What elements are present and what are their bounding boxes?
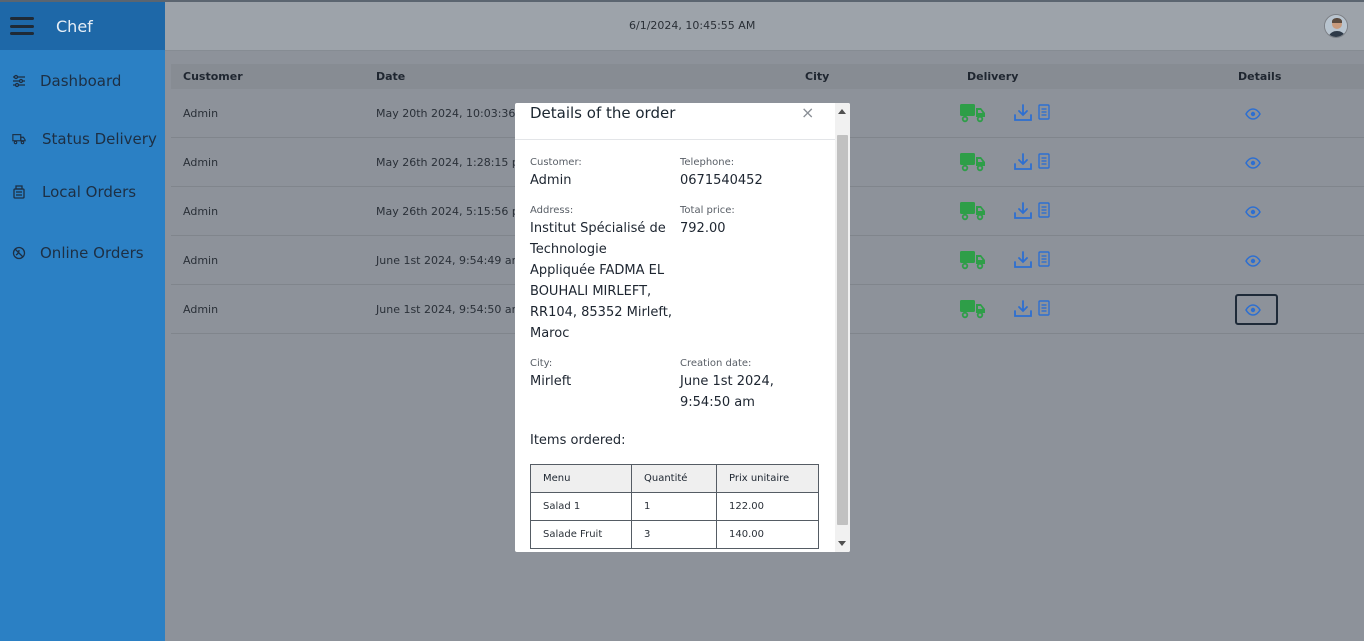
items-table-header: Menu Quantité Prix unitaire bbox=[530, 464, 819, 493]
delivery-truck-icon[interactable] bbox=[960, 250, 986, 273]
customer-label: Customer: bbox=[530, 157, 582, 168]
sidebar-item-label: Local Orders bbox=[42, 183, 137, 201]
column-header-city: City bbox=[805, 70, 830, 83]
total-price-label: Total price: bbox=[680, 205, 735, 216]
sidebar-header: Chef bbox=[0, 0, 165, 50]
view-details-eye-icon[interactable] bbox=[1245, 157, 1261, 172]
download-icon[interactable] bbox=[1014, 153, 1032, 174]
invoice-icon[interactable] bbox=[1038, 104, 1050, 123]
cell-date: June 1st 2024, 9:54:49 am bbox=[376, 254, 523, 267]
address-line: Institut Spécialisé de bbox=[530, 221, 666, 236]
sidebar-item-label: Dashboard bbox=[40, 72, 122, 90]
cash-register-icon bbox=[12, 185, 26, 199]
creation-date-value: June 1st 2024, 9:54:50 am bbox=[680, 371, 830, 413]
address-value: Institut Spécialisé de Technologie Appli… bbox=[530, 218, 680, 344]
hamburger-menu-icon[interactable] bbox=[10, 17, 34, 35]
address-line: Technologie bbox=[530, 242, 607, 257]
download-icon[interactable] bbox=[1014, 300, 1032, 321]
close-icon[interactable]: × bbox=[801, 103, 814, 122]
table-row: Salad 1 1 122.00 bbox=[530, 492, 819, 521]
item-menu: Salad 1 bbox=[530, 492, 632, 521]
telephone-value: 0671540452 bbox=[680, 173, 763, 188]
item-unit-price: 140.00 bbox=[716, 520, 819, 549]
view-details-eye-icon[interactable] bbox=[1245, 108, 1261, 123]
download-icon[interactable] bbox=[1014, 104, 1032, 125]
sidebar-item-status-delivery[interactable]: Status Delivery bbox=[12, 130, 157, 148]
items-header-menu: Menu bbox=[530, 464, 632, 493]
city-value: Mirleft bbox=[530, 374, 572, 389]
items-ordered-title: Items ordered: bbox=[530, 433, 626, 448]
cell-customer: Admin bbox=[183, 254, 219, 267]
column-header-details: Details bbox=[1238, 70, 1282, 83]
scroll-down-arrow-icon[interactable] bbox=[838, 541, 846, 546]
cell-date: June 1st 2024, 9:54:50 am bbox=[376, 303, 523, 316]
modal-title: Details of the order bbox=[530, 104, 676, 122]
table-header: Customer Date City Delivery Details bbox=[171, 64, 1364, 89]
item-quantity: 3 bbox=[631, 520, 717, 549]
address-line: Appliquée FADMA EL bbox=[530, 263, 665, 278]
scroll-up-arrow-icon[interactable] bbox=[838, 109, 846, 114]
city-label: City: bbox=[530, 358, 553, 369]
address-label: Address: bbox=[530, 205, 574, 216]
item-menu: Salade Fruit bbox=[530, 520, 632, 549]
creation-date-label: Creation date: bbox=[680, 358, 752, 369]
column-header-date: Date bbox=[376, 70, 406, 83]
delivery-truck-icon[interactable] bbox=[960, 201, 986, 224]
item-quantity: 1 bbox=[631, 492, 717, 521]
sidebar: Chef Dashboard Status Delivery Local Ord… bbox=[0, 0, 165, 641]
invoice-icon[interactable] bbox=[1038, 202, 1050, 221]
table-row: Salade Fruit 3 140.00 bbox=[530, 520, 819, 549]
invoice-icon[interactable] bbox=[1038, 153, 1050, 172]
scrollbar-thumb[interactable] bbox=[837, 135, 848, 525]
address-line: BOUHALI MIRLEFT, bbox=[530, 284, 652, 299]
invoice-icon[interactable] bbox=[1038, 300, 1050, 319]
cell-customer: Admin bbox=[183, 303, 219, 316]
modal-scrollbar[interactable] bbox=[835, 103, 850, 552]
view-details-eye-icon[interactable] bbox=[1245, 304, 1261, 319]
delivery-truck-icon[interactable] bbox=[960, 152, 986, 175]
top-header: 6/1/2024, 10:45:55 AM bbox=[165, 0, 1364, 51]
items-table: Menu Quantité Prix unitaire Salad 1 1 12… bbox=[530, 464, 819, 549]
cell-date: May 26th 2024, 5:15:56 pm bbox=[376, 205, 530, 218]
sidebar-item-local-orders[interactable]: Local Orders bbox=[12, 183, 136, 201]
view-details-eye-icon[interactable] bbox=[1245, 206, 1261, 221]
address-line: RR104, 85352 Mirleft, bbox=[530, 305, 672, 320]
cell-date: May 26th 2024, 1:28:15 pm bbox=[376, 156, 530, 169]
telephone-label: Telephone: bbox=[680, 157, 735, 168]
sidebar-item-label: Online Orders bbox=[40, 244, 144, 262]
current-datetime: 6/1/2024, 10:45:55 AM bbox=[629, 19, 756, 32]
download-icon[interactable] bbox=[1014, 202, 1032, 223]
delivery-truck-icon[interactable] bbox=[960, 299, 986, 322]
view-details-eye-icon[interactable] bbox=[1245, 255, 1261, 270]
items-header-unit-price: Prix unitaire bbox=[716, 464, 819, 493]
sidebar-item-dashboard[interactable]: Dashboard bbox=[12, 72, 121, 90]
cell-customer: Admin bbox=[183, 107, 219, 120]
cell-customer: Admin bbox=[183, 156, 219, 169]
customer-value: Admin bbox=[530, 173, 572, 188]
avatar[interactable] bbox=[1324, 14, 1348, 38]
creation-date-line: 9:54:50 am bbox=[680, 395, 755, 410]
modal-divider bbox=[515, 139, 835, 140]
address-line: Maroc bbox=[530, 326, 570, 341]
sidebar-item-label: Status Delivery bbox=[42, 130, 157, 148]
cell-date: May 20th 2024, 10:03:36 pm bbox=[376, 107, 537, 120]
column-header-customer: Customer bbox=[183, 70, 243, 83]
item-unit-price: 122.00 bbox=[716, 492, 819, 521]
total-price-value: 792.00 bbox=[680, 221, 726, 236]
order-details-modal: Details of the order × Customer: Admin T… bbox=[515, 103, 850, 552]
items-header-quantity: Quantité bbox=[631, 464, 717, 493]
sidebar-item-online-orders[interactable]: Online Orders bbox=[12, 244, 144, 262]
invoice-icon[interactable] bbox=[1038, 251, 1050, 270]
column-header-delivery: Delivery bbox=[967, 70, 1019, 83]
sliders-icon bbox=[12, 74, 26, 88]
brand-title: Chef bbox=[56, 16, 93, 36]
download-icon[interactable] bbox=[1014, 251, 1032, 272]
cell-customer: Admin bbox=[183, 205, 219, 218]
creation-date-line: June 1st 2024, bbox=[680, 374, 774, 389]
globe-icon bbox=[12, 246, 26, 260]
delivery-truck-icon[interactable] bbox=[960, 103, 986, 126]
truck-icon bbox=[12, 132, 26, 146]
